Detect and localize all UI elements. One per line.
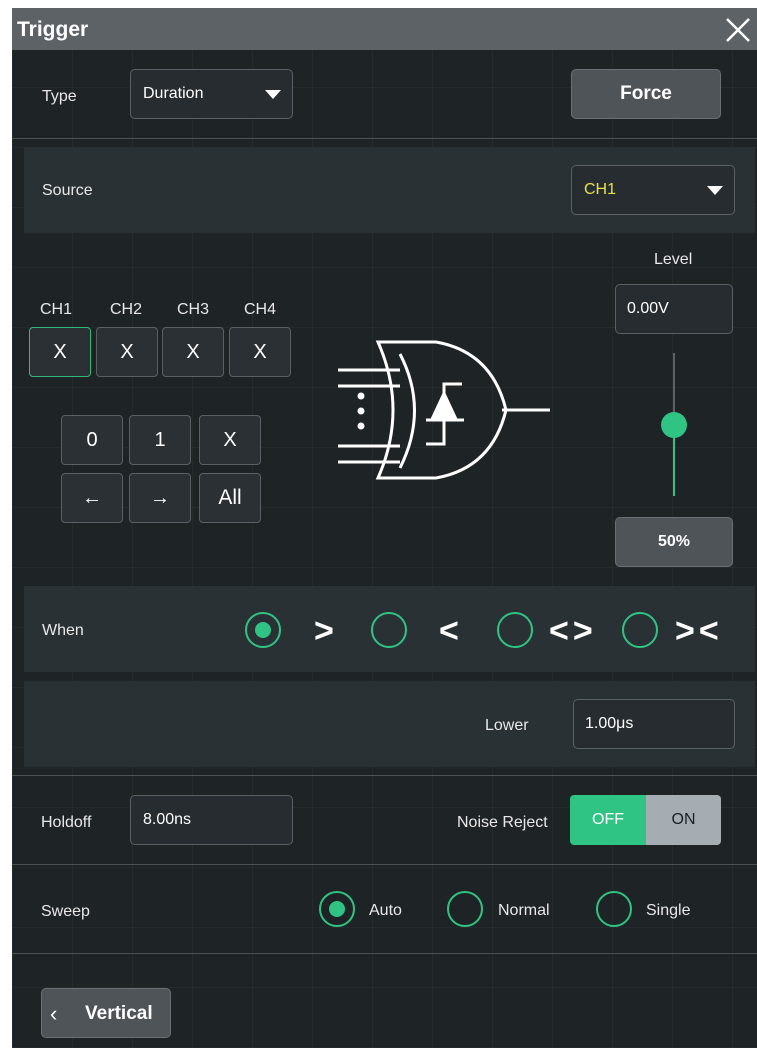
channel-header-ch1: CH1 [40,301,73,318]
force-button[interactable]: Force [571,69,721,119]
key-0[interactable]: 0 [61,415,123,465]
radio-selected-dot [255,622,271,638]
vertical-button-label: Vertical [85,1003,153,1024]
key-x[interactable]: X [199,415,261,465]
holdoff-input[interactable]: 8.00ns [130,795,293,845]
close-icon[interactable] [724,16,752,44]
when-label: When [42,622,84,639]
right-arrow-icon: → [150,487,170,509]
level-slider-knob[interactable] [661,411,687,438]
divider [12,953,757,954]
level-slider[interactable] [661,353,687,496]
noise-reject-on[interactable]: ON [646,795,721,845]
source-row: Source CH1 [24,147,755,233]
level-input[interactable]: 0.00V [615,284,733,334]
key-1[interactable]: 1 [129,415,191,465]
left-arrow-key[interactable]: ← [61,473,123,523]
level-50-percent-button[interactable]: 50% [615,517,733,567]
type-dropdown[interactable]: Duration [130,69,293,119]
channel-ch4-value[interactable]: X [229,327,291,377]
type-dropdown-value: Duration [143,85,204,102]
sweep-radio-auto[interactable] [319,891,355,927]
sweep-option-normal: Normal [498,902,550,919]
holdoff-label: Holdoff [41,814,92,831]
noise-reject-label: Noise Reject [457,814,548,831]
sweep-label: Sweep [41,903,90,920]
divider [12,138,757,139]
source-label: Source [42,182,93,199]
when-radio-less[interactable] [371,612,407,648]
caret-down-icon [707,186,723,195]
channel-header-ch3: CH3 [177,301,210,318]
when-option-greater: > [314,612,334,650]
when-option-inside: <> [549,612,597,650]
panel-title: Trigger [17,18,89,41]
divider [12,775,757,776]
lower-input[interactable]: 1.00μs [573,699,735,749]
left-arrow-icon: ← [82,487,102,509]
divider [12,864,757,865]
chevron-left-icon: ‹ [50,1001,58,1026]
channel-header-ch2: CH2 [110,301,143,318]
lower-row: Lower 1.00μs [24,681,755,767]
right-arrow-key[interactable]: → [129,473,191,523]
lower-value: 1.00μs [585,715,634,732]
all-key[interactable]: All [199,473,261,523]
source-dropdown-value: CH1 [584,181,617,198]
sweep-radio-normal[interactable] [447,891,483,927]
sweep-option-single: Single [646,902,691,919]
holdoff-value: 8.00ns [143,811,192,828]
level-label: Level [654,251,693,268]
when-option-less: < [439,612,459,650]
title-bar: Trigger [12,8,757,50]
vertical-button[interactable]: ‹ Vertical [41,988,171,1038]
lower-label: Lower [485,717,529,734]
sweep-option-auto: Auto [369,902,402,919]
when-option-outside: >< [675,612,723,650]
channel-header-ch4: CH4 [244,301,277,318]
when-radio-outside[interactable] [622,612,658,648]
channel-ch3-value[interactable]: X [162,327,224,377]
channel-ch1-value[interactable]: X [29,327,91,377]
radio-selected-dot [329,901,345,917]
channel-ch2-value[interactable]: X [96,327,158,377]
when-radio-inside[interactable] [497,612,533,648]
noise-reject-toggle[interactable]: OFF ON [570,795,721,845]
when-radio-greater[interactable] [245,612,281,648]
source-dropdown[interactable]: CH1 [571,165,735,215]
caret-down-icon [265,90,281,99]
level-value: 0.00V [627,300,669,317]
type-label: Type [42,88,77,105]
trigger-panel: Trigger Type Duration Force Source CH1 C… [12,8,757,1048]
noise-reject-off[interactable]: OFF [570,795,646,845]
sweep-radio-single[interactable] [596,891,632,927]
pattern-gate-diagram [338,340,550,480]
